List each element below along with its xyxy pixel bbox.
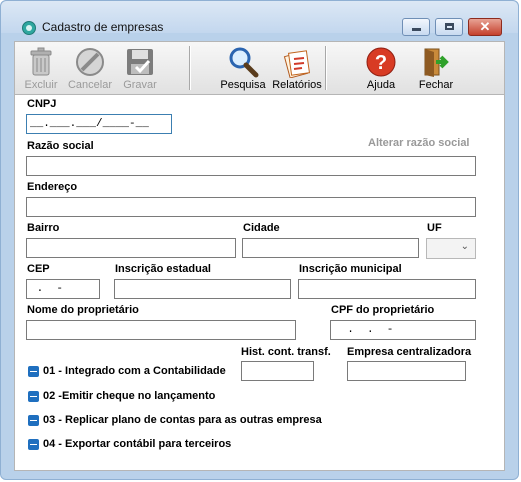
reports-button[interactable]: Relatórios — [269, 42, 325, 94]
razao-social-field[interactable] — [26, 156, 476, 176]
app-icon — [22, 21, 36, 35]
magnifier-icon — [229, 47, 259, 78]
window: Cadastro de empresas ✕ Excluir Cancelar — [0, 0, 519, 480]
close-form-button[interactable]: Fechar — [413, 42, 459, 94]
toolbar: Excluir Cancelar Gravar Pesquisa Relatór… — [14, 41, 505, 95]
cnpj-label: CNPJ — [27, 98, 57, 110]
svg-text:?: ? — [375, 52, 387, 74]
cep-field[interactable]: . - — [26, 279, 100, 299]
razao-social-label: Razão social — [27, 140, 94, 152]
option-checkbox-01[interactable] — [28, 366, 39, 377]
option-label-02: 02 -Emitir cheque no lançamento — [43, 390, 216, 402]
maximize-button[interactable] — [435, 18, 463, 36]
cidade-label: Cidade — [243, 222, 280, 234]
delete-label: Excluir — [24, 79, 58, 91]
option-label-03: 03 - Replicar plano de contas para as ou… — [43, 414, 322, 426]
inscricao-municipal-label: Inscrição municipal — [299, 263, 402, 275]
cpf-proprietario-field[interactable]: . . - — [330, 320, 476, 340]
inscricao-estadual-label: Inscrição estadual — [115, 263, 211, 275]
maximize-icon — [445, 23, 454, 30]
cep-label: CEP — [27, 263, 50, 275]
hist-cont-transf-field[interactable] — [241, 361, 314, 381]
trash-icon — [30, 47, 52, 76]
minimize-button[interactable] — [402, 18, 430, 36]
help-button[interactable]: ? Ajuda — [361, 42, 401, 94]
toolbar-separator — [189, 46, 191, 90]
option-checkbox-02[interactable] — [28, 391, 39, 402]
uf-select[interactable]: ⌄ — [426, 238, 476, 259]
search-label: Pesquisa — [220, 79, 266, 91]
help-label: Ajuda — [366, 79, 396, 91]
option-label-01: 01 - Integrado com a Contabilidade — [43, 365, 226, 377]
toolbar-separator — [325, 46, 327, 90]
option-checkbox-04[interactable] — [28, 439, 39, 450]
save-label: Gravar — [123, 79, 157, 91]
save-icon — [127, 49, 153, 75]
close-icon: ✕ — [479, 19, 491, 34]
cidade-field[interactable] — [242, 238, 419, 258]
nome-proprietario-field[interactable] — [26, 320, 296, 340]
close-button[interactable]: ✕ — [468, 18, 502, 36]
window-title: Cadastro de empresas — [42, 20, 164, 34]
hist-cont-transf-label: Hist. cont. transf. — [241, 346, 331, 358]
empresa-centralizadora-label: Empresa centralizadora — [347, 346, 472, 358]
reports-label: Relatórios — [272, 79, 322, 91]
cancel-button[interactable]: Cancelar — [65, 42, 115, 94]
cancel-icon — [76, 48, 104, 76]
report-icon — [283, 50, 311, 78]
cpf-proprietario-label: CPF do proprietário — [331, 304, 435, 316]
inscricao-municipal-field[interactable] — [298, 279, 476, 299]
inscricao-estadual-field[interactable] — [114, 279, 291, 299]
search-button[interactable]: Pesquisa — [219, 42, 267, 94]
cnpj-field[interactable]: __.___.___/____-__ — [26, 114, 172, 134]
option-label-04: 04 - Exportar contábil para terceiros — [43, 438, 232, 450]
bairro-field[interactable] — [26, 238, 236, 258]
nome-proprietario-label: Nome do proprietário — [27, 304, 139, 316]
empresa-centralizadora-field[interactable] — [347, 361, 466, 381]
close-form-label: Fechar — [418, 79, 454, 91]
endereco-field[interactable] — [26, 197, 476, 217]
delete-button[interactable]: Excluir — [19, 42, 63, 94]
alter-razao-social-link[interactable]: Alterar razão social — [368, 137, 470, 149]
exit-door-icon — [424, 48, 449, 77]
option-checkbox-03[interactable] — [28, 415, 39, 426]
chevron-down-icon: ⌄ — [460, 241, 469, 252]
minimize-icon — [412, 28, 421, 31]
uf-label: UF — [427, 222, 442, 234]
endereco-label: Endereço — [27, 181, 78, 193]
bairro-label: Bairro — [27, 222, 60, 234]
form-panel: CNPJ __.___.___/____-__ Razão social Alt… — [14, 95, 505, 471]
cancel-label: Cancelar — [67, 79, 113, 91]
save-button[interactable]: Gravar — [117, 42, 163, 94]
help-icon: ? — [366, 47, 396, 77]
